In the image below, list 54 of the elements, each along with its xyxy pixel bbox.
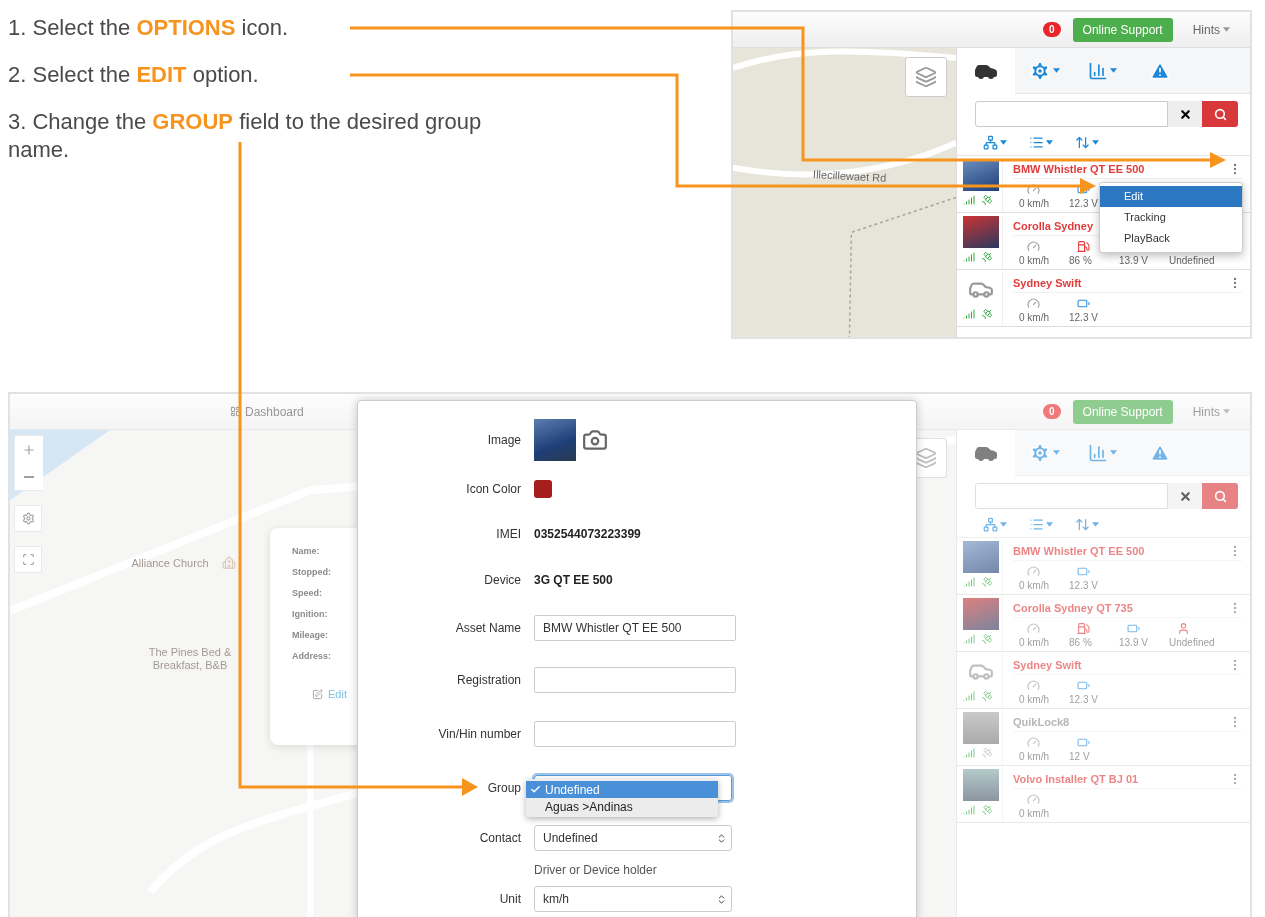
- asset-name: Volvo Installer QT BJ 01: [1013, 772, 1140, 785]
- reading-value: 0 km/h: [1019, 636, 1049, 650]
- field-label: Unit: [499, 892, 521, 906]
- reading-value: 12 V: [1069, 750, 1090, 764]
- reading-value: 12.3 V: [1069, 693, 1098, 707]
- info-label: Name:: [292, 546, 320, 556]
- reading-value: 86 %: [1069, 636, 1092, 650]
- instruction-step: 3. Change the GROUP field to the desired group name.: [8, 108, 548, 164]
- asset-name: Corolla Sydney QT 735: [1013, 601, 1134, 614]
- field-label: Device: [484, 573, 521, 587]
- field-label: Group: [487, 781, 521, 795]
- reading-value: 0 km/h: [1019, 579, 1049, 593]
- device-value: 3G QT EE 500: [534, 573, 614, 587]
- reading-value: 12.3 V: [1069, 311, 1098, 325]
- place-label: Alliance Church: [130, 557, 210, 570]
- asset-name: Sydney Swift: [1013, 276, 1083, 289]
- asset-name: Corolla Sydney: [1013, 219, 1095, 232]
- reading-value: 0 km/h: [1019, 807, 1049, 821]
- imei-value: 0352544073223399: [534, 527, 642, 541]
- place-label: The Pines Bed & Breakfast, B&B: [147, 646, 233, 672]
- info-label: Ignition:: [292, 609, 328, 619]
- reading-value: 86 %: [1069, 254, 1092, 268]
- info-label: Mileage:: [292, 630, 328, 640]
- reading-value: 13.9 V: [1119, 636, 1148, 650]
- field-label: Vin/Hin number: [438, 727, 521, 741]
- info-label: Address:: [292, 651, 331, 661]
- help-text: Driver or Device holder: [534, 863, 658, 877]
- reading-value: 13.9 V: [1119, 254, 1148, 268]
- reading-value: 0 km/h: [1019, 693, 1049, 707]
- asset-name: BMW Whistler QT EE 500: [1013, 544, 1146, 557]
- alert-count-badge: 0: [1043, 404, 1061, 419]
- info-label: Stopped:: [292, 567, 331, 577]
- instruction-step: 1. Select the OPTIONS icon.: [8, 14, 289, 42]
- field-label: Registration: [456, 673, 521, 687]
- reading-value: 0 km/h: [1019, 750, 1049, 764]
- field-label: Image: [487, 433, 521, 447]
- reading-value: 12.3 V: [1069, 579, 1098, 593]
- alert-count-badge: 0: [1043, 22, 1061, 37]
- reading-value: Undefined: [1169, 254, 1215, 268]
- instruction-step: 2. Select the EDIT option.: [8, 61, 259, 89]
- field-label: IMEI: [496, 527, 521, 541]
- reading-value: Undefined: [1169, 636, 1215, 650]
- reading-value: 12.3 V: [1069, 197, 1098, 211]
- field-label: Contact: [479, 831, 521, 845]
- reading-value: 0 km/h: [1019, 311, 1049, 325]
- field-label: Icon Color: [466, 482, 521, 496]
- road-label: Illecillewaet Rd: [812, 168, 887, 184]
- asset-name: BMW Whistler QT EE 500: [1013, 162, 1146, 175]
- reading-value: 0 km/h: [1019, 254, 1049, 268]
- asset-name: QuikLock8: [1013, 715, 1071, 728]
- asset-name: Sydney Swift: [1013, 658, 1083, 671]
- info-label: Speed:: [292, 588, 322, 598]
- reading-value: 0 km/h: [1019, 197, 1049, 211]
- field-label: Asset Name: [455, 621, 521, 635]
